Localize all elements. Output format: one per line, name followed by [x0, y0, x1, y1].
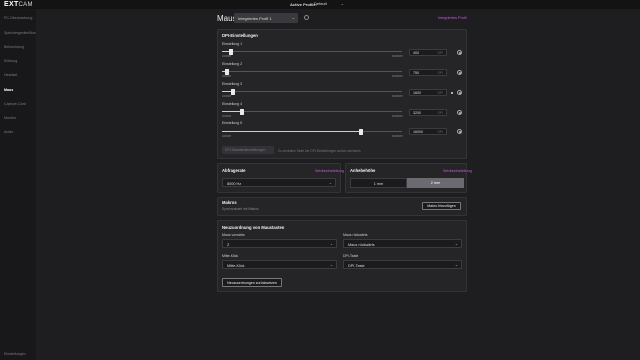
- remap-title: Neuzuordnung von Maustasten: [222, 225, 285, 230]
- app-logo: EXTCAM: [4, 1, 33, 8]
- dpi-value-input-4[interactable]: 3200 DPI: [409, 109, 447, 116]
- dpi-value-input-5[interactable]: 16000 DPI: [409, 128, 447, 135]
- dpi-reset-hint: Zu zentralen Stufe der DPI-Einstellungen…: [278, 148, 362, 153]
- lift-option-2mm[interactable]: 2 mm: [407, 178, 464, 188]
- sidebar-item-pc-monitoring[interactable]: PC-Überwachung: [4, 16, 32, 20]
- slider-thumb[interactable]: [239, 108, 244, 115]
- polling-title: Abfragerate: [222, 168, 246, 173]
- dpi-slider-3[interactable]: [222, 88, 402, 95]
- dpi-min-label: 100DPI: [222, 114, 232, 118]
- integrated-profile-link[interactable]: Integriertes Profil: [438, 16, 467, 20]
- top-bar: EXTCAM Active Profile: Default ⌄: [0, 0, 640, 9]
- lift-reset-link[interactable]: Werkseinstellung: [443, 169, 472, 173]
- sidebar-item-headset[interactable]: Headset: [4, 73, 17, 77]
- slider-thumb[interactable]: [230, 88, 235, 95]
- remap-dpi-button-select[interactable]: DPI-Taste ⌄: [343, 260, 462, 269]
- reset-remap-button[interactable]: Neuzuordnungen zurücksetzen: [222, 278, 282, 287]
- sidebar-item-settings[interactable]: Einstellungen: [4, 352, 26, 356]
- sidebar-item-monitor[interactable]: Monitor: [4, 116, 16, 120]
- dpi-slider-2[interactable]: [222, 68, 402, 75]
- remap-mouse-back-select[interactable]: Maus rückwärts ⌄: [343, 239, 462, 248]
- profile-select-value: Integriertes Profil 1: [238, 15, 272, 21]
- dpi-max-label: 6000DPI: [392, 74, 403, 78]
- macros-title: Makros: [222, 200, 237, 205]
- dpi-value-input-1[interactable]: 400 DPI: [409, 49, 447, 56]
- dpi-value-input-3[interactable]: 1600 DPI: [409, 89, 447, 96]
- dpi-value-input-2[interactable]: 750 DPI: [409, 69, 447, 76]
- chevron-down-icon: ⌄: [454, 242, 458, 246]
- polling-reset-link[interactable]: Werkseinstellung: [315, 169, 344, 173]
- active-profile-value: Default: [314, 1, 327, 6]
- dpi-slider-1[interactable]: [222, 48, 402, 55]
- dpi-max-label: 6000DPI: [392, 54, 403, 58]
- dpi-min-label: 100DPI: [222, 94, 232, 98]
- dpi-stage-label: Einstellung 4: [222, 102, 243, 106]
- dpi-stage-label: Einstellung 1: [222, 42, 243, 46]
- lift-option-1mm[interactable]: 1 mm: [350, 178, 407, 188]
- dpi-reset-button[interactable]: DPI-Standardeinstellungen: [222, 146, 274, 154]
- dpi-max-label: 6000DPI: [392, 134, 403, 138]
- polling-rate-value: 8000 Hz: [227, 181, 242, 186]
- slider-thumb[interactable]: [358, 128, 363, 135]
- chevron-down-icon: ⌄: [454, 263, 458, 267]
- reset-icon[interactable]: [457, 110, 462, 115]
- dpi-max-label: 6000DPI: [392, 114, 403, 118]
- dpi-min-label: 100DPI: [222, 134, 232, 138]
- active-profile-label: Active Profile:: [290, 1, 317, 7]
- settings-icon[interactable]: [304, 15, 309, 20]
- chevron-down-icon: ⌄: [328, 181, 332, 185]
- dpi-stage-label: Einstellung 2: [222, 62, 243, 66]
- chevron-down-icon: ⌄: [329, 242, 333, 246]
- sidebar-item-lighting[interactable]: Beleuchtung: [4, 45, 24, 49]
- remap-field-label: Maus vorwärts: [222, 233, 245, 237]
- dpi-min-label: 100DPI: [222, 74, 232, 78]
- dpi-stage-label: Einstellung 5: [222, 121, 243, 125]
- sidebar-item-capture-card[interactable]: Capture-Card: [4, 102, 26, 106]
- reset-icon[interactable]: [457, 70, 462, 75]
- remap-field-label: Mitte-Klick: [222, 254, 239, 258]
- sidebar: PC-Überwachung Speichergeräte/Monitor Be…: [0, 9, 41, 360]
- sidebar-item-mouse[interactable]: Maus: [4, 88, 13, 92]
- dpi-slider-4[interactable]: [222, 108, 402, 115]
- reset-icon[interactable]: [457, 50, 462, 55]
- active-profile-select[interactable]: Default ⌄: [314, 1, 344, 7]
- dpi-min-label: 100DPI: [222, 54, 232, 58]
- reset-icon[interactable]: [457, 129, 462, 134]
- chevron-down-icon: ⌄: [329, 263, 333, 267]
- remap-middle-click-select[interactable]: Mitte-Klick ⌄: [222, 260, 337, 269]
- lift-title: Anhebehöhe: [350, 168, 376, 173]
- active-stage-indicator: [451, 91, 453, 94]
- macros-subtitle: Synchronisiert mit Makros: [222, 207, 259, 211]
- reset-icon[interactable]: [457, 90, 462, 95]
- polling-rate-select[interactable]: 8000 Hz ⌄: [222, 178, 336, 187]
- profile-select[interactable]: Integriertes Profil 1 ⌄: [234, 13, 298, 23]
- remap-field-label: DPI-Taste: [343, 254, 359, 258]
- remap-field-label: Maus rückwärts: [343, 233, 368, 237]
- remap-mouse-forward-select[interactable]: Z ⌄: [222, 239, 337, 248]
- dpi-max-label: 6000DPI: [392, 94, 403, 98]
- dpi-stage-label: Einstellung 3: [222, 82, 243, 86]
- dpi-slider-5[interactable]: [222, 128, 402, 135]
- chevron-down-icon: ⌄: [340, 1, 344, 6]
- sidebar-item-audio[interactable]: Audio: [4, 130, 13, 134]
- chevron-down-icon: ⌄: [291, 15, 295, 20]
- dpi-title: DPI-Einstellungen: [222, 33, 258, 38]
- add-macro-button[interactable]: Makro hinzufügen: [422, 202, 461, 210]
- sidebar-item-cooling[interactable]: Kühlung: [4, 59, 17, 63]
